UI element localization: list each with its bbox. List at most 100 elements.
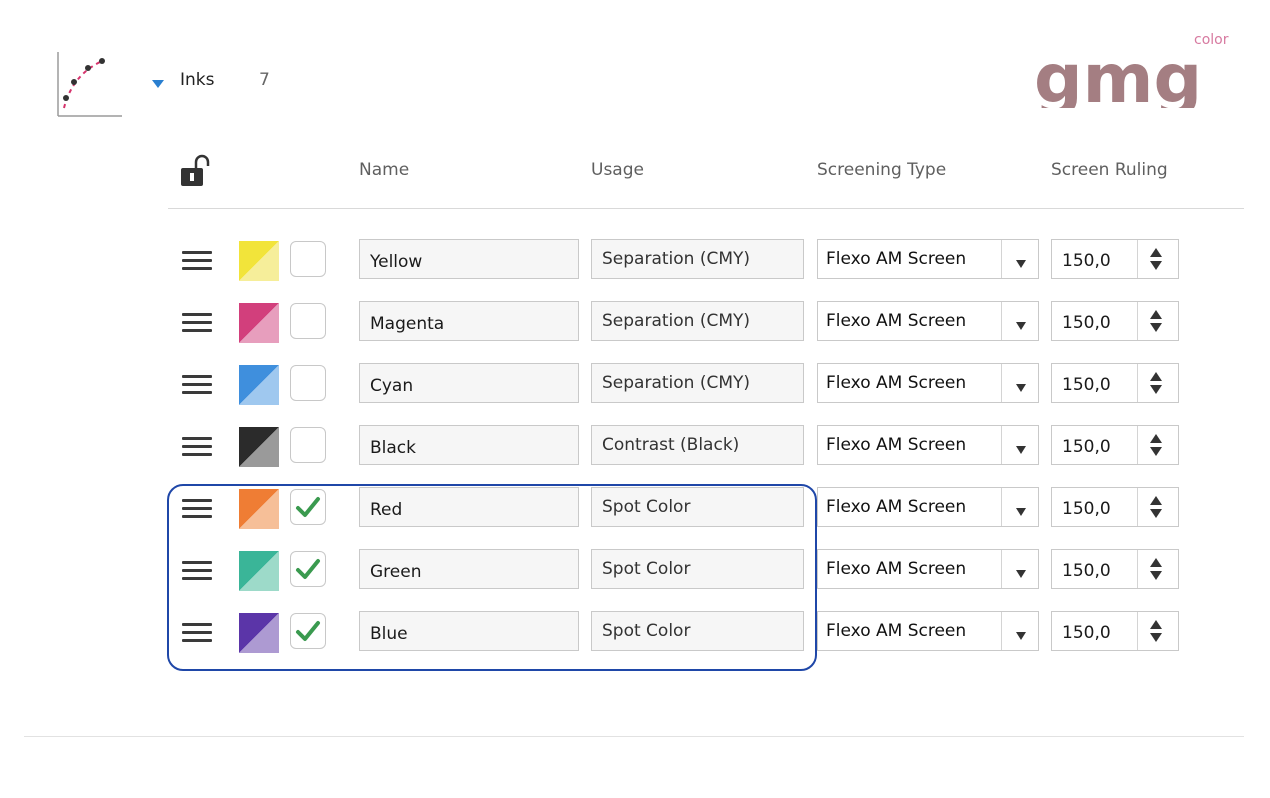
select-divider [1001,426,1002,464]
screening-type-value: Flexo AM Screen [826,249,967,269]
chevron-down-icon[interactable] [1015,316,1027,330]
ink-swatch[interactable] [239,427,279,467]
ink-checkbox[interactable] [290,613,326,649]
screening-type-select[interactable]: Flexo AM Screen [817,487,1039,527]
screen-ruling-spinner[interactable]: 150,0 [1051,301,1179,341]
screening-type-select[interactable]: Flexo AM Screen [817,549,1039,589]
ink-swatch[interactable] [239,303,279,343]
screen-ruling-value[interactable]: 150,0 [1062,488,1111,526]
ink-usage-field[interactable]: Contrast (Black) [591,425,804,465]
stepper-divider [1137,488,1138,526]
ink-name-field[interactable]: Blue [359,611,579,651]
ink-checkbox[interactable] [290,427,326,463]
ink-usage-field[interactable]: Separation (CMY) [591,301,804,341]
ink-checkbox[interactable] [290,241,326,277]
chevron-down-icon[interactable] [1015,378,1027,392]
screen-ruling-value[interactable]: 150,0 [1062,426,1111,464]
stepper-divider [1137,550,1138,588]
unlocked-padlock-icon[interactable] [180,154,212,188]
ink-name-field[interactable]: Yellow [359,239,579,279]
stepper-divider [1137,426,1138,464]
ink-usage-field[interactable]: Spot Color [591,487,804,527]
screen-ruling-value[interactable]: 150,0 [1062,302,1111,340]
screening-type-select[interactable]: Flexo AM Screen [817,363,1039,403]
select-divider [1001,240,1002,278]
gmg-color-logo: gmg color [1032,28,1242,119]
triangle-down-icon[interactable] [151,76,165,90]
ink-swatch[interactable] [239,241,279,281]
hamburger-icon[interactable] [182,375,212,399]
ink-name-field[interactable]: Black [359,425,579,465]
screen-ruling-spinner[interactable]: 150,0 [1051,425,1179,465]
ink-row: Black Contrast (Black) Flexo AM Screen 1… [0,421,1270,483]
select-divider [1001,612,1002,650]
chevron-down-icon[interactable] [1015,564,1027,578]
screen-ruling-value[interactable]: 150,0 [1062,364,1111,402]
screening-type-value: Flexo AM Screen [826,621,967,641]
ink-swatch[interactable] [239,365,279,405]
screen-ruling-value[interactable]: 150,0 [1062,240,1111,278]
column-header-screen-ruling[interactable]: Screen Ruling [1051,160,1168,180]
ink-checkbox[interactable] [290,365,326,401]
up-down-arrows-icon[interactable] [1148,494,1164,520]
chevron-down-icon[interactable] [1015,502,1027,516]
screen-ruling-spinner[interactable]: 150,0 [1051,549,1179,589]
ink-name-field[interactable]: Magenta [359,301,579,341]
screening-type-select[interactable]: Flexo AM Screen [817,239,1039,279]
checkmark-icon [296,621,320,641]
section-title: Inks [180,70,215,90]
ink-swatch[interactable] [239,489,279,529]
hamburger-icon[interactable] [182,623,212,647]
screen-ruling-spinner[interactable]: 150,0 [1051,611,1179,651]
ink-usage-field[interactable]: Separation (CMY) [591,363,804,403]
ink-checkbox[interactable] [290,303,326,339]
up-down-arrows-icon[interactable] [1148,370,1164,396]
ink-usage-field[interactable]: Spot Color [591,549,804,589]
screening-type-value: Flexo AM Screen [826,497,967,517]
footer-divider [24,736,1244,737]
up-down-arrows-icon[interactable] [1148,556,1164,582]
column-header-screening-type[interactable]: Screening Type [817,160,946,180]
screen-ruling-spinner[interactable]: 150,0 [1051,487,1179,527]
checkmark-icon [296,497,320,517]
header-divider [168,208,1244,209]
checkmark-icon [296,559,320,579]
hamburger-icon[interactable] [182,437,212,461]
up-down-arrows-icon[interactable] [1148,308,1164,334]
ink-name-field[interactable]: Cyan [359,363,579,403]
screening-type-select[interactable]: Flexo AM Screen [817,425,1039,465]
stepper-divider [1137,302,1138,340]
screening-type-select[interactable]: Flexo AM Screen [817,611,1039,651]
ink-usage-field[interactable]: Separation (CMY) [591,239,804,279]
hamburger-icon[interactable] [182,251,212,275]
ink-name-field[interactable]: Green [359,549,579,589]
hamburger-icon[interactable] [182,499,212,523]
screen-ruling-value[interactable]: 150,0 [1062,550,1111,588]
select-divider [1001,302,1002,340]
screening-type-select[interactable]: Flexo AM Screen [817,301,1039,341]
hamburger-icon[interactable] [182,313,212,337]
hamburger-icon[interactable] [182,561,212,585]
chevron-down-icon[interactable] [1015,254,1027,268]
up-down-arrows-icon[interactable] [1148,432,1164,458]
screen-ruling-spinner[interactable]: 150,0 [1051,239,1179,279]
ink-name-field[interactable]: Red [359,487,579,527]
screening-type-value: Flexo AM Screen [826,311,967,331]
ink-checkbox[interactable] [290,551,326,587]
chevron-down-icon[interactable] [1015,440,1027,454]
screening-type-value: Flexo AM Screen [826,559,967,579]
select-divider [1001,550,1002,588]
column-header-name[interactable]: Name [359,160,409,180]
column-header-usage[interactable]: Usage [591,160,644,180]
ink-swatch[interactable] [239,613,279,653]
up-down-arrows-icon[interactable] [1148,246,1164,272]
chevron-down-icon[interactable] [1015,626,1027,640]
up-down-arrows-icon[interactable] [1148,618,1164,644]
screen-ruling-value[interactable]: 150,0 [1062,612,1111,650]
ink-checkbox[interactable] [290,489,326,525]
tone-curve-icon[interactable] [52,46,124,118]
ink-swatch[interactable] [239,551,279,591]
logo-text: gmg [1034,40,1202,108]
screen-ruling-spinner[interactable]: 150,0 [1051,363,1179,403]
ink-usage-field[interactable]: Spot Color [591,611,804,651]
